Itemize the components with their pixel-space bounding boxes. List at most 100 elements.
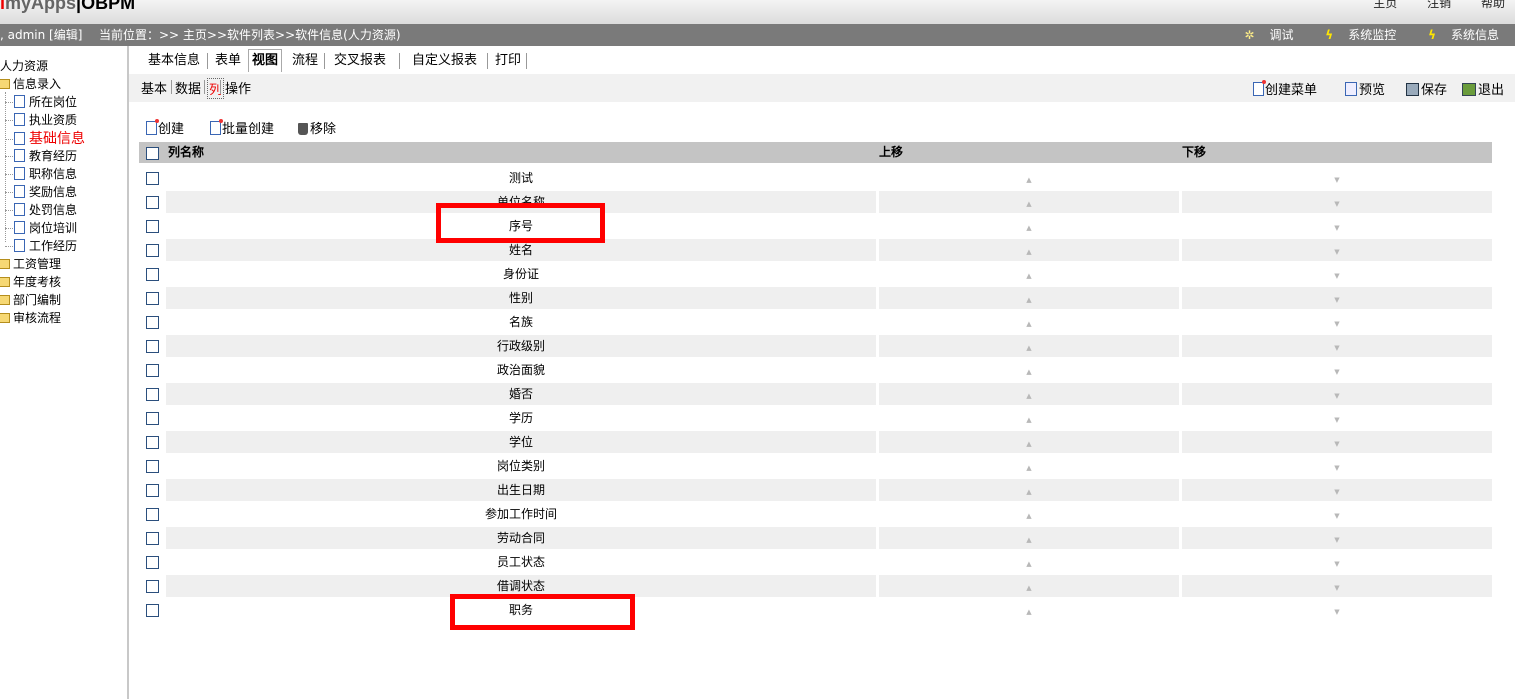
home-link[interactable]: 主页 xyxy=(1373,0,1397,10)
arrow-down-icon[interactable]: ▼ xyxy=(1334,169,1339,191)
tab-workflow[interactable]: 流程 xyxy=(292,50,318,72)
row-checkbox[interactable] xyxy=(146,292,159,305)
select-all-checkbox[interactable] xyxy=(146,147,159,160)
column-name-cell[interactable]: 身份证 xyxy=(166,263,876,285)
arrow-down-icon[interactable]: ▼ xyxy=(1334,265,1339,287)
create-menu-button[interactable]: 创建菜单 xyxy=(1253,79,1317,98)
column-name-cell[interactable]: 行政级别 xyxy=(166,335,876,357)
tree-folder-info-entry[interactable]: 信息录入 xyxy=(0,76,61,92)
arrow-down-icon[interactable]: ▼ xyxy=(1334,193,1339,215)
arrow-up-icon[interactable]: ▲ xyxy=(1026,505,1031,527)
column-name-cell[interactable]: 出生日期 xyxy=(166,479,876,501)
arrow-up-icon[interactable]: ▲ xyxy=(1026,553,1031,575)
arrow-up-icon[interactable]: ▲ xyxy=(1026,433,1031,455)
column-name-cell[interactable]: 测试 xyxy=(166,167,876,189)
arrow-up-icon[interactable]: ▲ xyxy=(1026,265,1031,287)
sidebar-item-punishment[interactable]: 处罚信息 xyxy=(14,202,77,218)
arrow-down-icon[interactable]: ▼ xyxy=(1334,289,1339,311)
arrow-up-icon[interactable]: ▲ xyxy=(1026,217,1031,239)
tab-custom-report[interactable]: 自定义报表 xyxy=(412,50,477,72)
arrow-up-icon[interactable]: ▲ xyxy=(1026,481,1031,503)
arrow-up-icon[interactable]: ▲ xyxy=(1026,577,1031,599)
arrow-up-icon[interactable]: ▲ xyxy=(1026,457,1031,479)
arrow-up-icon[interactable]: ▲ xyxy=(1026,337,1031,359)
arrow-down-icon[interactable]: ▼ xyxy=(1334,553,1339,575)
tree-folder-salary[interactable]: 工资管理 xyxy=(0,256,61,272)
sidebar-item-training[interactable]: 岗位培训 xyxy=(14,220,77,236)
column-name-cell[interactable]: 员工状态 xyxy=(166,551,876,573)
arrow-down-icon[interactable]: ▼ xyxy=(1334,577,1339,599)
row-checkbox[interactable] xyxy=(146,604,159,617)
arrow-up-icon[interactable]: ▲ xyxy=(1026,361,1031,383)
tab-view[interactable]: 视图 xyxy=(248,49,283,72)
tree-root[interactable]: 人力资源 xyxy=(0,58,48,74)
row-checkbox[interactable] xyxy=(146,316,159,329)
column-name-cell[interactable]: 名族 xyxy=(166,311,876,333)
batch-create-button[interactable]: 批量创建 xyxy=(210,118,274,137)
logout-link[interactable]: 注销 xyxy=(1427,0,1451,10)
row-checkbox[interactable] xyxy=(146,220,159,233)
row-checkbox[interactable] xyxy=(146,532,159,545)
arrow-up-icon[interactable]: ▲ xyxy=(1026,385,1031,407)
column-name-cell[interactable]: 参加工作时间 xyxy=(166,503,876,525)
sidebar-item-education[interactable]: 教育经历 xyxy=(14,148,77,164)
row-checkbox[interactable] xyxy=(146,508,159,521)
row-checkbox[interactable] xyxy=(146,364,159,377)
sidebar-item-qualification[interactable]: 执业资质 xyxy=(14,112,77,128)
preview-button[interactable]: 预览 xyxy=(1345,79,1385,98)
arrow-down-icon[interactable]: ▼ xyxy=(1334,337,1339,359)
arrow-up-icon[interactable]: ▲ xyxy=(1026,169,1031,191)
arrow-down-icon[interactable]: ▼ xyxy=(1334,433,1339,455)
sidebar-item-position[interactable]: 所在岗位 xyxy=(14,94,77,110)
row-checkbox[interactable] xyxy=(146,388,159,401)
row-checkbox[interactable] xyxy=(146,484,159,497)
arrow-down-icon[interactable]: ▼ xyxy=(1334,457,1339,479)
subtab-basic[interactable]: 基本 xyxy=(141,78,167,97)
help-link[interactable]: 帮助 xyxy=(1481,0,1505,10)
system-info-button[interactable]: ϟ 系统信息 xyxy=(1414,28,1499,42)
exit-button[interactable]: 退出 xyxy=(1462,79,1504,98)
arrow-up-icon[interactable]: ▲ xyxy=(1026,529,1031,551)
remove-button[interactable]: 移除 xyxy=(298,118,336,137)
tree-folder-assessment[interactable]: 年度考核 xyxy=(0,274,61,290)
subtab-operation[interactable]: 操作 xyxy=(225,78,251,97)
arrow-up-icon[interactable]: ▲ xyxy=(1026,241,1031,263)
debug-button[interactable]: ✲ 调试 xyxy=(1230,28,1293,42)
column-name-cell[interactable]: 学历 xyxy=(166,407,876,429)
sidebar-item-title[interactable]: 职称信息 xyxy=(14,166,77,182)
arrow-down-icon[interactable]: ▼ xyxy=(1334,601,1339,623)
subtab-column[interactable]: 列 xyxy=(207,78,225,99)
row-checkbox[interactable] xyxy=(146,172,159,185)
column-name-cell[interactable]: 学位 xyxy=(166,431,876,453)
arrow-down-icon[interactable]: ▼ xyxy=(1334,481,1339,503)
tree-folder-department[interactable]: 部门编制 xyxy=(0,292,61,308)
save-button[interactable]: 保存 xyxy=(1406,79,1447,98)
tab-form[interactable]: 表单 xyxy=(215,50,241,72)
arrow-up-icon[interactable]: ▲ xyxy=(1026,409,1031,431)
system-monitor-button[interactable]: ϟ 系统监控 xyxy=(1311,28,1396,42)
column-name-cell[interactable]: 性别 xyxy=(166,287,876,309)
tab-print[interactable]: 打印 xyxy=(495,50,521,72)
row-checkbox[interactable] xyxy=(146,268,159,281)
row-checkbox[interactable] xyxy=(146,244,159,257)
arrow-down-icon[interactable]: ▼ xyxy=(1334,217,1339,239)
row-checkbox[interactable] xyxy=(146,556,159,569)
arrow-up-icon[interactable]: ▲ xyxy=(1026,289,1031,311)
arrow-down-icon[interactable]: ▼ xyxy=(1334,505,1339,527)
arrow-up-icon[interactable]: ▲ xyxy=(1026,313,1031,335)
row-checkbox[interactable] xyxy=(146,340,159,353)
row-checkbox[interactable] xyxy=(146,460,159,473)
column-name-cell[interactable]: 婚否 xyxy=(166,383,876,405)
tree-folder-review[interactable]: 审核流程 xyxy=(0,310,61,326)
arrow-down-icon[interactable]: ▼ xyxy=(1334,385,1339,407)
sidebar-item-reward[interactable]: 奖励信息 xyxy=(14,184,77,200)
arrow-down-icon[interactable]: ▼ xyxy=(1334,361,1339,383)
arrow-down-icon[interactable]: ▼ xyxy=(1334,313,1339,335)
arrow-down-icon[interactable]: ▼ xyxy=(1334,241,1339,263)
arrow-up-icon[interactable]: ▲ xyxy=(1026,193,1031,215)
subtab-data[interactable]: 数据 xyxy=(175,78,201,97)
column-name-cell[interactable]: 政治面貌 xyxy=(166,359,876,381)
row-checkbox[interactable] xyxy=(146,196,159,209)
row-checkbox[interactable] xyxy=(146,436,159,449)
arrow-down-icon[interactable]: ▼ xyxy=(1334,409,1339,431)
